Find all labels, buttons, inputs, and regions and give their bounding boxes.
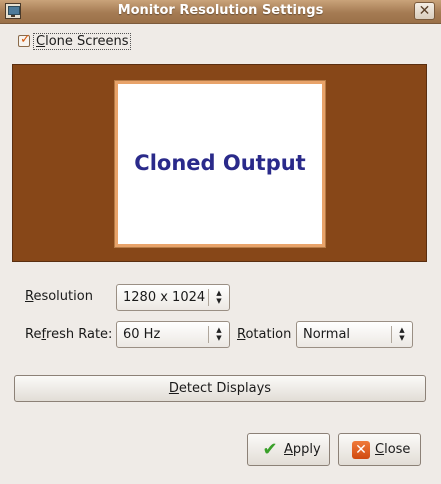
checkmark-icon: ✔ [262,439,278,460]
monitor-resolution-window: Monitor Resolution Settings ✕ ✓ Clone Sc… [0,0,441,484]
rotation-value: Normal [303,327,351,342]
close-label: Close [375,442,411,457]
resolution-value: 1280 x 1024 [123,290,206,305]
spin-arrows-icon: ▲ ▼ [216,289,222,305]
apply-label: Apply [284,442,321,457]
close-icon: ✕ [352,441,370,459]
refresh-rate-label: Refresh Rate: [25,327,113,342]
clone-screens-checkbox[interactable]: ✓ [18,32,31,47]
monitor-preview[interactable]: Cloned Output [115,81,325,247]
resolution-combo[interactable]: 1280 x 1024 ▲ ▼ [116,284,230,311]
spin-arrows-icon: ▲ ▼ [399,326,405,342]
checkmark-icon: ✓ [20,32,31,47]
close-icon: ✕ [418,3,431,19]
clone-screens-label[interactable]: Clone Screens [33,33,132,50]
detect-displays-button[interactable]: Detect Displays [14,375,426,402]
window-close-button[interactable]: ✕ [414,2,435,20]
resolution-label: Resolution [25,289,93,304]
display-preview-area: Cloned Output [12,64,427,262]
refresh-rate-combo[interactable]: 60 Hz ▲ ▼ [116,321,230,348]
window-title: Monitor Resolution Settings [117,3,324,18]
spin-arrows-icon: ▲ ▼ [216,326,222,342]
detect-displays-label: Detect Displays [168,381,272,396]
close-button[interactable]: ✕ Close [338,433,421,466]
rotation-combo[interactable]: Normal ▲ ▼ [296,321,413,348]
apply-button[interactable]: ✔ Apply [247,433,330,466]
monitor-label: Cloned Output [134,151,306,175]
rotation-label: Rotation [237,327,292,342]
refresh-rate-value: 60 Hz [123,327,161,342]
title-bar[interactable]: Monitor Resolution Settings ✕ [0,0,441,24]
